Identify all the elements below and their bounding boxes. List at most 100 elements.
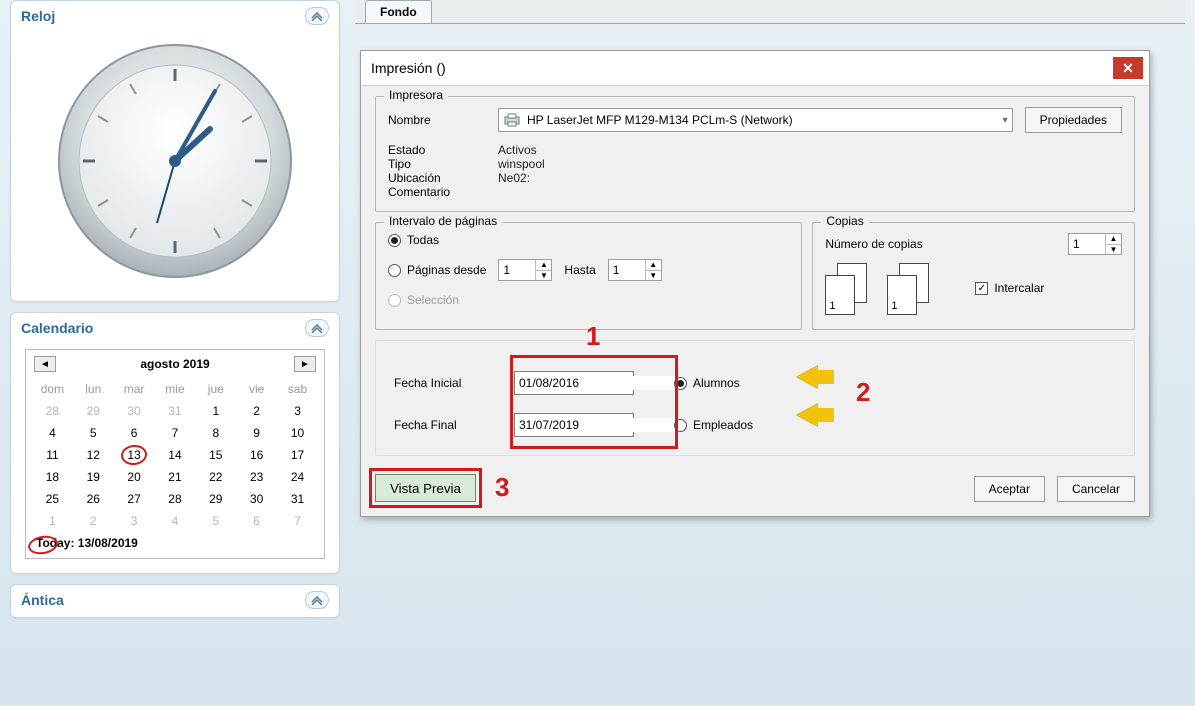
printer-properties-button[interactable]: Propiedades [1025, 107, 1122, 133]
printer-select[interactable]: HP LaserJet MFP M129-M134 PCLm-S (Networ… [498, 108, 1013, 132]
annotation-box-3 [369, 468, 482, 508]
calendar-next-button[interactable]: ► [294, 356, 316, 372]
print-dialog: Impresión () ✕ Impresora Nombre HP Laser… [360, 50, 1150, 517]
calendar-day[interactable]: 6 [114, 422, 155, 444]
calendar-day[interactable]: 18 [32, 466, 73, 488]
calendar-day[interactable]: 10 [277, 422, 318, 444]
calendar-day[interactable]: 12 [73, 444, 114, 466]
pages-to-label: Hasta [564, 263, 595, 277]
alumnos-radio[interactable]: Alumnos [674, 376, 740, 390]
calendar-day[interactable]: 5 [73, 422, 114, 444]
calendar-day[interactable]: 30 [236, 488, 277, 510]
calendar-day[interactable]: 27 [114, 488, 155, 510]
calendar-day[interactable]: 24 [277, 466, 318, 488]
calendar-day[interactable]: 9 [236, 422, 277, 444]
page-range-group: Intervalo de páginas Todas Páginas desde… [375, 222, 802, 330]
cancel-button[interactable]: Cancelar [1057, 476, 1135, 502]
printer-name-value: HP LaserJet MFP M129-M134 PCLm-S (Networ… [527, 113, 793, 127]
annotation-number-3: 3 [495, 472, 509, 503]
pages-all-radio[interactable]: Todas [388, 233, 439, 247]
calendar-day[interactable]: 23 [236, 466, 277, 488]
calendar-day[interactable]: 14 [155, 444, 196, 466]
calendar-day[interactable]: 31 [155, 400, 196, 422]
calendar-day[interactable]: 29 [195, 488, 236, 510]
printer-type-value: winspool [498, 157, 545, 171]
page-range-group-label: Intervalo de páginas [384, 214, 502, 228]
annotation-number-1: 1 [586, 321, 600, 352]
calendar: ◄ agosto 2019 ► domlunmarmiejueviesab 28… [25, 349, 325, 559]
pages-to-input[interactable]: ▲▼ [608, 259, 662, 281]
reloj-title: Reloj [21, 8, 55, 24]
reloj-collapse-button[interactable] [305, 7, 329, 25]
dialog-close-button[interactable]: ✕ [1113, 57, 1143, 79]
annotation-number-2: 2 [856, 377, 870, 408]
calendar-day[interactable]: 2 [73, 510, 114, 532]
printer-comment-label: Comentario [388, 185, 498, 199]
antica-collapse-button[interactable] [305, 591, 329, 609]
printer-group-label: Impresora [384, 88, 448, 102]
calendario-title: Calendario [21, 320, 93, 336]
calendar-day[interactable]: 4 [155, 510, 196, 532]
printer-icon [503, 113, 521, 127]
dialog-title: Impresión () [371, 60, 446, 76]
copies-group: Copias Número de copias ▲▼ 2 1 2 1 [812, 222, 1135, 330]
tab-fondo[interactable]: Fondo [365, 0, 432, 23]
empleados-radio[interactable]: Empleados [674, 418, 753, 432]
calendar-day[interactable]: 8 [195, 422, 236, 444]
pages-from-input[interactable]: ▲▼ [498, 259, 552, 281]
analog-clock [55, 41, 295, 281]
calendar-day[interactable]: 7 [155, 422, 196, 444]
reloj-widget: Reloj [10, 0, 340, 302]
calendar-prev-button[interactable]: ◄ [34, 356, 56, 372]
collate-checkbox[interactable]: ✓Intercalar [975, 281, 1044, 295]
calendar-day[interactable]: 26 [73, 488, 114, 510]
printer-state-label: Estado [388, 143, 498, 157]
calendar-month-label: agosto 2019 [140, 357, 209, 371]
pages-from-radio[interactable]: Páginas desde [388, 263, 486, 277]
calendar-day[interactable]: 20 [114, 466, 155, 488]
pages-selection-radio: Selección [388, 293, 459, 307]
calendar-today-footer[interactable]: Today: 13/08/2019 [32, 536, 318, 550]
calendar-day[interactable]: 19 [73, 466, 114, 488]
calendar-day[interactable]: 11 [32, 444, 73, 466]
annotation-arrow-icon [796, 403, 818, 427]
tab-bar: Fondo [355, 0, 1185, 24]
calendar-day[interactable]: 21 [155, 466, 196, 488]
calendar-day[interactable]: 1 [195, 400, 236, 422]
calendar-day[interactable]: 4 [32, 422, 73, 444]
printer-state-value: Activos [498, 143, 537, 157]
end-date-label: Fecha Final [394, 418, 514, 432]
calendar-day[interactable]: 28 [32, 400, 73, 422]
copies-number-label: Número de copias [825, 237, 922, 251]
calendar-grid: domlunmarmiejueviesab 282930311234567891… [32, 378, 318, 532]
calendar-day[interactable]: 29 [73, 400, 114, 422]
calendar-day[interactable]: 3 [114, 510, 155, 532]
start-date-label: Fecha Inicial [394, 376, 514, 390]
calendar-day[interactable]: 30 [114, 400, 155, 422]
calendar-day[interactable]: 25 [32, 488, 73, 510]
copies-number-input[interactable]: ▲▼ [1068, 233, 1122, 255]
calendar-day[interactable]: 22 [195, 466, 236, 488]
accept-button[interactable]: Aceptar [974, 476, 1045, 502]
printer-type-label: Tipo [388, 157, 498, 171]
calendar-day[interactable]: 31 [277, 488, 318, 510]
printer-location-label: Ubicación [388, 171, 498, 185]
calendar-day[interactable]: 15 [195, 444, 236, 466]
copies-group-label: Copias [821, 214, 868, 228]
annotation-arrow-icon [796, 365, 818, 389]
calendar-day[interactable]: 6 [236, 510, 277, 532]
calendar-day[interactable]: 28 [155, 488, 196, 510]
calendar-day[interactable]: 17 [277, 444, 318, 466]
calendar-day[interactable]: 1 [32, 510, 73, 532]
annotation-box-1 [510, 355, 678, 449]
calendar-day[interactable]: 5 [195, 510, 236, 532]
calendar-day[interactable]: 3 [277, 400, 318, 422]
printer-group: Impresora Nombre HP LaserJet MFP M129-M1… [375, 96, 1135, 212]
calendar-day[interactable]: 2 [236, 400, 277, 422]
calendario-collapse-button[interactable] [305, 319, 329, 337]
printer-name-label: Nombre [388, 113, 498, 127]
calendar-day[interactable]: 16 [236, 444, 277, 466]
chevron-down-icon: ▾ [1003, 115, 1008, 126]
calendar-day[interactable]: 7 [277, 510, 318, 532]
calendar-day[interactable]: 13 [114, 444, 155, 466]
